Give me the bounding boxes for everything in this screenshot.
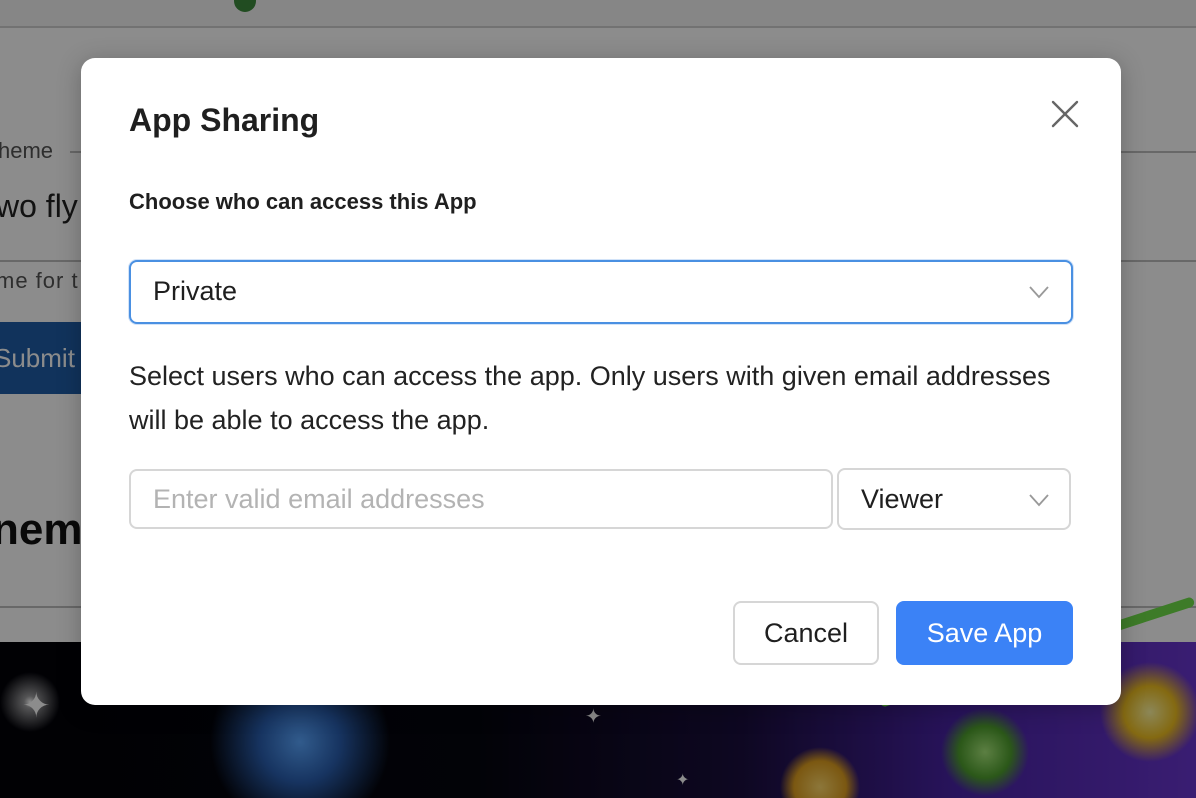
close-icon: [1051, 100, 1079, 128]
role-select[interactable]: Viewer: [837, 468, 1071, 530]
close-button[interactable]: [1047, 96, 1083, 132]
access-level-select[interactable]: Private: [129, 260, 1073, 324]
cancel-button[interactable]: Cancel: [733, 601, 879, 665]
dialog-title: App Sharing: [129, 102, 320, 138]
sharing-description: Select users who can access the app. Onl…: [129, 361, 1051, 435]
email-input[interactable]: [129, 469, 833, 529]
chevron-down-icon: [1029, 494, 1049, 507]
role-value: Viewer: [861, 484, 944, 514]
chevron-down-icon: [1029, 286, 1049, 299]
save-app-button[interactable]: Save App: [896, 601, 1073, 665]
access-label: Choose who can access this App: [129, 189, 477, 214]
access-level-value: Private: [153, 276, 238, 306]
app-sharing-dialog: App Sharing Choose who can access this A…: [81, 58, 1121, 705]
